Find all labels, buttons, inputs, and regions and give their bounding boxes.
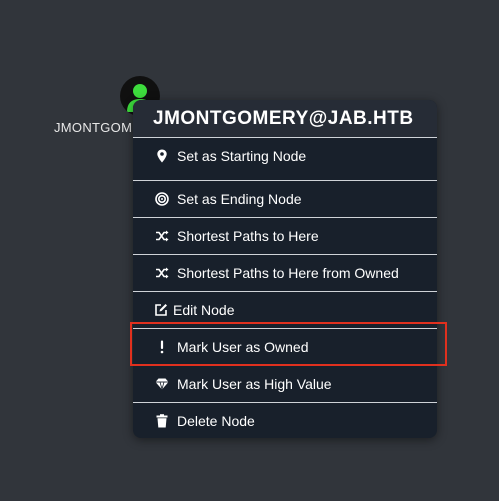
context-menu-title: JMONTGOMERY@JAB.HTB (133, 100, 437, 137)
delete-node-item[interactable]: Delete Node (133, 402, 437, 438)
menu-item-label: Set as Ending Node (177, 191, 302, 207)
set-starting-node-item[interactable]: Set as Starting Node (133, 137, 437, 173)
shortest-paths-from-owned-item[interactable]: Shortest Paths to Here from Owned (133, 254, 437, 290)
menu-item-label: Shortest Paths to Here from Owned (177, 265, 399, 281)
edit-icon (155, 304, 167, 316)
shuffle-icon (156, 230, 169, 242)
edit-node-item[interactable]: Edit Node (133, 291, 437, 327)
menu-item-label: Mark User as High Value (177, 376, 332, 392)
set-ending-node-item[interactable]: Set as Ending Node (133, 180, 437, 216)
mark-user-owned-item[interactable]: Mark User as Owned (133, 328, 437, 364)
menu-item-label: Shortest Paths to Here (177, 228, 319, 244)
shuffle-icon (156, 267, 169, 279)
target-icon (155, 192, 169, 206)
menu-item-label: Set as Starting Node (177, 148, 307, 164)
node-label: JMONTGOM (54, 120, 133, 135)
trash-icon (156, 414, 168, 428)
gem-icon (155, 378, 169, 391)
menu-item-label: Edit Node (173, 302, 235, 318)
menu-item-label: Delete Node (177, 413, 255, 429)
mark-user-high-value-item[interactable]: Mark User as High Value (133, 365, 437, 401)
exclamation-icon (160, 340, 164, 354)
shortest-paths-item[interactable]: Shortest Paths to Here (133, 217, 437, 253)
context-menu: JMONTGOMERY@JAB.HTB Set as Starting Node… (133, 100, 437, 438)
menu-item-label: Mark User as Owned (177, 339, 309, 355)
map-pin-icon (157, 149, 167, 163)
